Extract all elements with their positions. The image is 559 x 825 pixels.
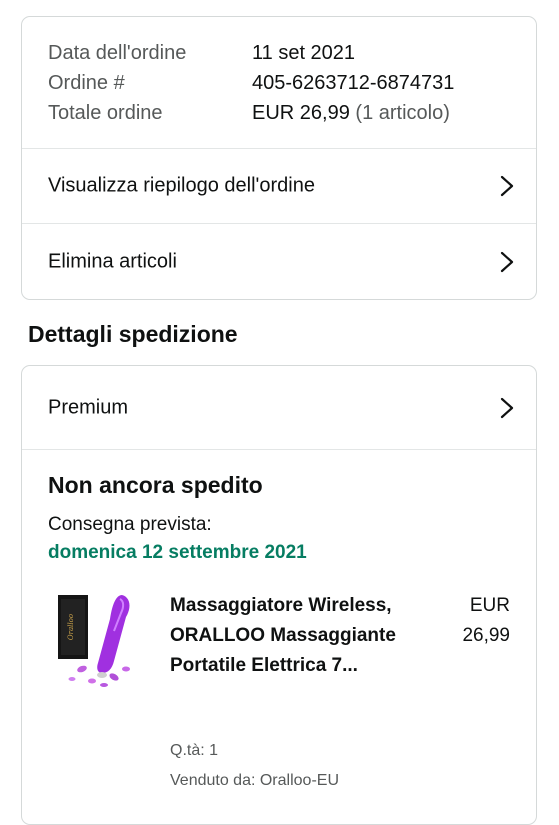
chevron-right-icon — [500, 175, 514, 196]
delete-items-label: Elimina articoli — [48, 250, 177, 273]
order-number-value: 405-6263712-6874731 — [252, 72, 455, 94]
order-date-label: Data dell'ordine — [48, 42, 187, 64]
product-price-currency: EUR — [469, 595, 510, 616]
product-image[interactable]: Oralloo — [52, 591, 146, 691]
order-number-label: Ordine # — [48, 72, 125, 94]
shipping-method-label: Premium — [48, 396, 129, 418]
product-quantity: Q.tà: 1 — [170, 742, 219, 759]
view-order-summary-link[interactable]: Visualizza riepilogo dell'ordine — [22, 148, 536, 224]
product-seller: Venduto da: Oralloo-EU — [170, 772, 339, 789]
product-price: EUR 26,99 — [462, 591, 510, 651]
chevron-right-icon — [500, 251, 514, 273]
delivery-date: domenica 12 settembre 2021 — [48, 542, 307, 563]
order-details: Data dell'ordine 11 set 2021 Ordine # 40… — [22, 17, 536, 149]
shipment-status: Non ancora spedito — [48, 472, 263, 498]
order-date-value: 11 set 2021 — [252, 42, 356, 64]
order-total-items: (1 articolo) — [355, 102, 450, 124]
order-total-value-wrap: EUR 26,99 (1 articolo) — [252, 101, 450, 125]
delete-items-link[interactable]: Elimina articoli — [22, 224, 536, 300]
order-number-row: Ordine # 405-6263712-6874731 — [48, 71, 454, 95]
shipping-method-link[interactable]: Premium — [22, 366, 536, 450]
box-brand-text: Oralloo — [67, 614, 75, 640]
shipping-card: Premium Non ancora spedito Consegna prev… — [21, 365, 537, 825]
page-heading-clipped — [0, 0, 559, 12]
order-info-card: Data dell'ordine 11 set 2021 Ordine # 40… — [21, 16, 537, 300]
view-order-summary-label: Visualizza riepilogo dell'ordine — [48, 174, 315, 196]
shipping-section-title: Dettagli spedizione — [28, 321, 238, 347]
order-date-row: Data dell'ordine 11 set 2021 — [48, 41, 355, 65]
order-total-label: Totale ordine — [48, 102, 163, 124]
chevron-right-icon — [500, 397, 514, 418]
product-price-value: 26,99 — [462, 625, 510, 646]
product-title-link[interactable]: Massaggiatore Wireless, ORALLOO Massaggi… — [170, 591, 400, 681]
delivery-estimate-label: Consegna prevista: — [48, 514, 212, 535]
order-total-row: Totale ordine EUR 26,99 (1 articolo) — [48, 101, 450, 125]
order-total-value: EUR 26,99 — [252, 102, 350, 124]
